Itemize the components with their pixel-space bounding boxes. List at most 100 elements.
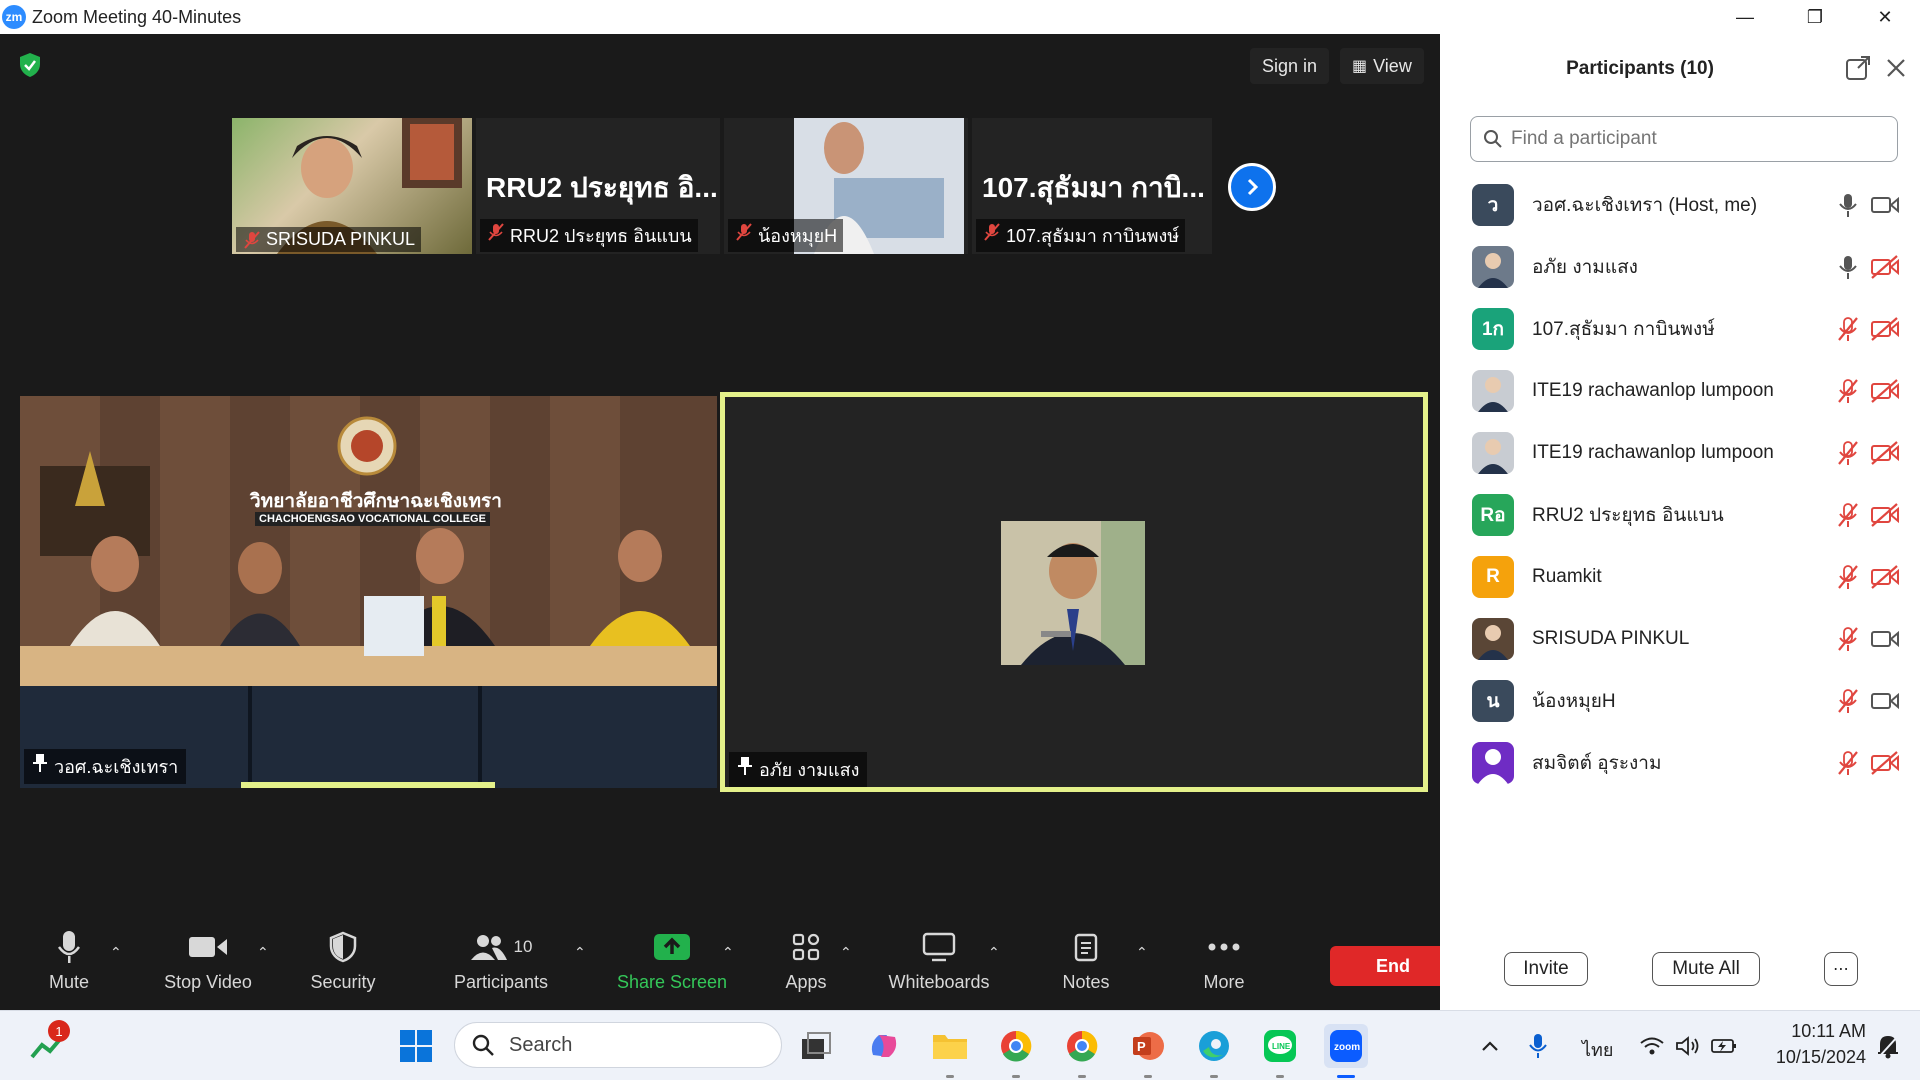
whiteboards-button[interactable]: Whiteboards bbox=[884, 924, 994, 1010]
mic-muted-icon[interactable] bbox=[1836, 750, 1860, 776]
search-icon bbox=[472, 1034, 494, 1056]
edge-icon[interactable] bbox=[1192, 1024, 1236, 1078]
mic-muted-icon[interactable] bbox=[1836, 564, 1860, 590]
mic-muted-icon bbox=[244, 231, 260, 249]
more-options-button[interactable]: ⋯ bbox=[1824, 952, 1858, 986]
participant-video bbox=[1001, 521, 1145, 665]
thumbnail-tile[interactable]: SRISUDA PINKUL bbox=[232, 118, 472, 254]
microphone-tray-icon[interactable] bbox=[1516, 1024, 1560, 1068]
participants-options-caret[interactable]: ⌃ bbox=[574, 944, 586, 961]
invite-button[interactable]: Invite bbox=[1504, 952, 1588, 986]
more-button[interactable]: More bbox=[1200, 924, 1248, 1010]
participant-search-input[interactable] bbox=[1511, 128, 1871, 150]
clock-date[interactable]: 10/15/2024 bbox=[1756, 1047, 1866, 1068]
apps-options-caret[interactable]: ⌃ bbox=[840, 944, 852, 961]
video-options-caret[interactable]: ⌃ bbox=[257, 944, 269, 961]
participant-row[interactable]: น น้องหมุยH bbox=[1440, 670, 1920, 732]
notes-icon bbox=[1074, 933, 1098, 962]
end-meeting-button[interactable]: End bbox=[1330, 946, 1456, 986]
participant-row[interactable]: R Ruamkit bbox=[1440, 546, 1920, 608]
battery-icon[interactable] bbox=[1702, 1024, 1746, 1068]
mic-muted-icon[interactable] bbox=[1836, 688, 1860, 714]
participant-row[interactable]: สมจิตต์ อุระงาม bbox=[1440, 732, 1920, 794]
video-off-icon[interactable] bbox=[1870, 254, 1900, 280]
video-off-icon[interactable] bbox=[1870, 502, 1900, 528]
stop-video-label: Stop Video bbox=[164, 972, 252, 992]
participant-row[interactable]: ว วอศ.ฉะเชิงเทรา (Host, me) bbox=[1440, 174, 1920, 236]
thumbnail-tile[interactable]: RRU2 ประยุทธ อิ... RRU2 ประยุทธ อินแบน bbox=[476, 118, 720, 254]
minimize-button[interactable]: — bbox=[1710, 0, 1780, 34]
line-app-icon[interactable]: LINE bbox=[1258, 1024, 1302, 1078]
share-screen-button[interactable]: Share Screen bbox=[616, 924, 728, 1010]
taskbar-search[interactable]: Search bbox=[454, 1022, 782, 1068]
video-off-icon[interactable] bbox=[1870, 378, 1900, 404]
mic-muted-icon[interactable] bbox=[1836, 626, 1860, 652]
video-off-icon[interactable] bbox=[1870, 316, 1900, 342]
mute-all-button[interactable]: Mute All bbox=[1652, 952, 1760, 986]
start-button[interactable] bbox=[394, 1024, 438, 1068]
tile-participant-name: อภัย งามแสง bbox=[759, 760, 860, 780]
thumbnail-tile[interactable]: น้องหมุยH bbox=[724, 118, 968, 254]
active-speaker-tile[interactable]: อภัย งามแสง bbox=[720, 392, 1428, 792]
speaking-indicator bbox=[241, 782, 495, 788]
video-on-icon[interactable] bbox=[1870, 626, 1900, 652]
participants-button[interactable]: 10 Participants bbox=[452, 924, 550, 1010]
video-tile[interactable]: วิทยาลัยอาชีวศึกษาฉะเชิงเทรา CHACHOENGSA… bbox=[20, 396, 717, 788]
pin-icon bbox=[33, 754, 47, 772]
pop-out-icon[interactable] bbox=[1844, 54, 1872, 82]
thumbnail-strip: SRISUDA PINKUL RRU2 ประยุทธ อิ... RRU2 ป… bbox=[232, 118, 1216, 254]
stop-video-button[interactable]: Stop Video bbox=[160, 924, 256, 1010]
encryption-shield-icon[interactable] bbox=[18, 52, 42, 78]
zoom-taskbar-icon[interactable]: zoom bbox=[1324, 1024, 1368, 1078]
video-off-icon[interactable] bbox=[1870, 750, 1900, 776]
next-page-button[interactable] bbox=[1228, 163, 1276, 211]
powerpoint-icon[interactable]: P bbox=[1126, 1024, 1170, 1078]
mute-button[interactable]: Mute bbox=[42, 924, 96, 1010]
mic-muted-icon[interactable] bbox=[1836, 440, 1860, 466]
mic-muted-icon[interactable] bbox=[1836, 502, 1860, 528]
tray-microphone-icon bbox=[1529, 1034, 1547, 1058]
clock-time[interactable]: 10:11 AM bbox=[1776, 1021, 1866, 1042]
chrome-profile-2-icon[interactable] bbox=[1060, 1024, 1104, 1078]
close-window-button[interactable]: ✕ bbox=[1850, 0, 1920, 34]
mic-on-icon[interactable] bbox=[1836, 192, 1860, 218]
file-explorer-icon[interactable] bbox=[928, 1024, 972, 1078]
sign-in-button[interactable]: Sign in bbox=[1250, 48, 1330, 84]
mic-on-icon[interactable] bbox=[1836, 254, 1860, 280]
participant-row[interactable]: 1ก 107.สุธัมมา กาบินพงษ์ bbox=[1440, 298, 1920, 360]
view-button[interactable]: ▦ View bbox=[1340, 48, 1424, 84]
mic-muted-icon[interactable] bbox=[1836, 316, 1860, 342]
notifications-bell-icon[interactable] bbox=[1866, 1024, 1910, 1068]
apps-button[interactable]: Apps bbox=[782, 924, 830, 1010]
notes-button[interactable]: Notes bbox=[1060, 924, 1112, 1010]
participant-search[interactable] bbox=[1470, 116, 1898, 162]
video-off-icon[interactable] bbox=[1870, 564, 1900, 590]
participant-row[interactable]: ITE19 rachawanlop lumpoon bbox=[1440, 360, 1920, 422]
participant-row[interactable]: ITE19 rachawanlop lumpoon bbox=[1440, 422, 1920, 484]
pin-icon bbox=[738, 757, 752, 775]
thumbnail-tile[interactable]: 107.สุธัมมา กาบิ... 107.สุธัมมา กาบินพงษ… bbox=[972, 118, 1212, 254]
input-language[interactable]: ไทย bbox=[1582, 1035, 1613, 1064]
copilot-glyph bbox=[871, 1035, 897, 1057]
video-off-icon[interactable] bbox=[1870, 440, 1900, 466]
show-hidden-icons-chevron[interactable] bbox=[1468, 1024, 1512, 1068]
share-options-caret[interactable]: ⌃ bbox=[722, 944, 734, 961]
task-view-icon[interactable] bbox=[794, 1024, 838, 1068]
mic-muted-icon[interactable] bbox=[1836, 378, 1860, 404]
participant-row[interactable]: SRISUDA PINKUL bbox=[1440, 608, 1920, 670]
security-button[interactable]: Security bbox=[308, 924, 378, 1010]
video-on-icon[interactable] bbox=[1870, 688, 1900, 714]
stocks-widget-icon[interactable]: 1 bbox=[26, 1020, 70, 1068]
participant-row[interactable]: อภัย งามแสง bbox=[1440, 236, 1920, 298]
more-label: More bbox=[1203, 972, 1245, 992]
notes-options-caret[interactable]: ⌃ bbox=[1136, 944, 1148, 961]
copilot-icon[interactable] bbox=[862, 1024, 906, 1068]
video-on-icon[interactable] bbox=[1870, 192, 1900, 218]
thumbnail-caption: SRISUDA PINKUL bbox=[236, 227, 422, 252]
chrome-profile-p-icon[interactable] bbox=[994, 1024, 1038, 1078]
whiteboards-options-caret[interactable]: ⌃ bbox=[988, 944, 1000, 961]
restore-button[interactable]: ❐ bbox=[1780, 0, 1850, 34]
participant-row[interactable]: Rอ RRU2 ประยุทธ อินแบน bbox=[1440, 484, 1920, 546]
audio-options-caret[interactable]: ⌃ bbox=[110, 944, 122, 961]
close-panel-icon[interactable] bbox=[1882, 54, 1910, 82]
